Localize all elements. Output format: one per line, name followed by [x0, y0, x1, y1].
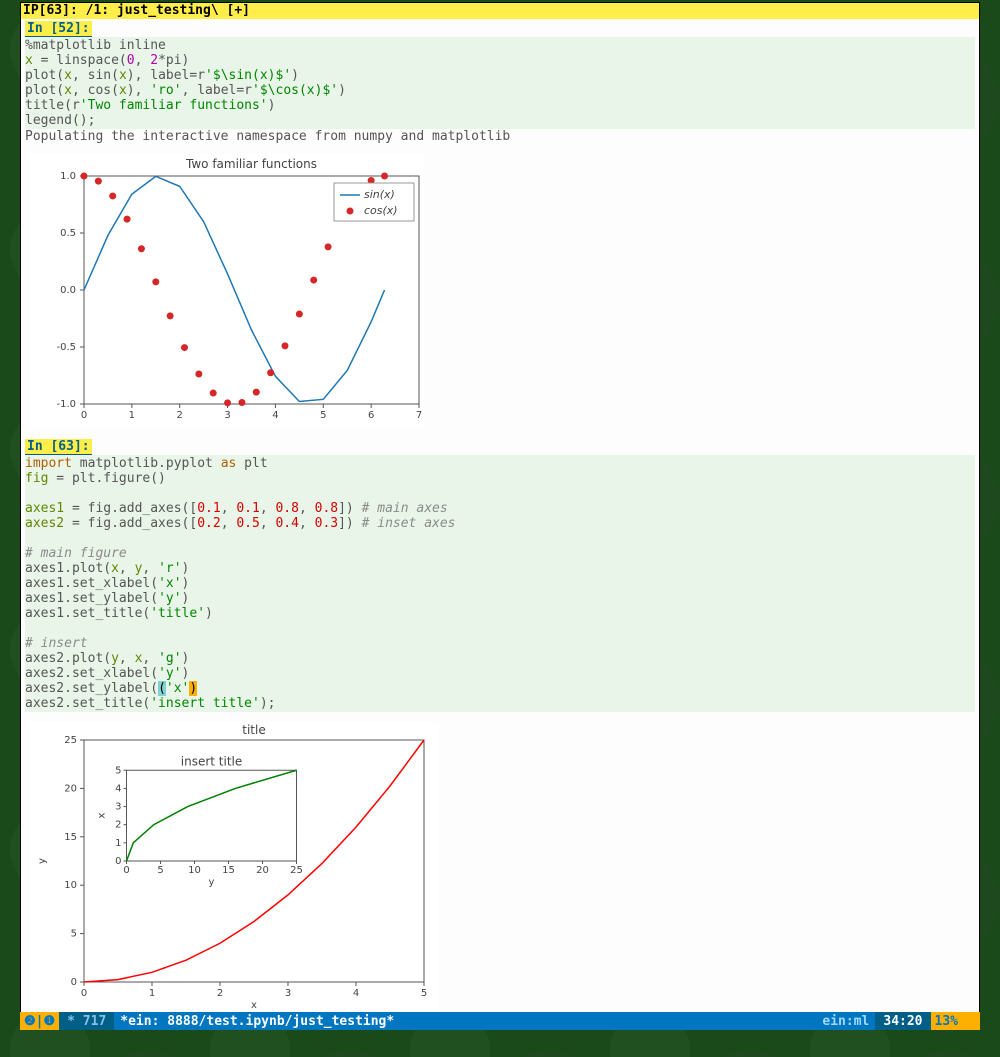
notebook-body[interactable]: In [52]: %matplotlib inline x = linspace… — [21, 19, 979, 1024]
svg-text:0: 0 — [81, 410, 87, 421]
svg-text:-1.0: -1.0 — [56, 399, 76, 410]
svg-text:10: 10 — [188, 865, 201, 876]
svg-text:0: 0 — [81, 988, 87, 999]
svg-text:4: 4 — [353, 988, 359, 999]
window-title: IP[63]: /1: just_testing\ [+] — [21, 3, 979, 19]
svg-text:5: 5 — [71, 929, 77, 940]
svg-text:25: 25 — [290, 865, 303, 876]
svg-text:5: 5 — [421, 988, 427, 999]
svg-text:3: 3 — [285, 988, 291, 999]
svg-text:2: 2 — [217, 988, 223, 999]
svg-text:25: 25 — [64, 735, 77, 746]
svg-text:title: title — [242, 723, 265, 737]
svg-text:4: 4 — [115, 783, 121, 794]
svg-text:y: y — [37, 858, 48, 864]
code-cell-52[interactable]: %matplotlib inline x = linspace(0, 2*pi)… — [25, 37, 975, 129]
svg-text:3: 3 — [115, 802, 121, 813]
cell-52-stdout: Populating the interactive namespace fro… — [25, 129, 975, 144]
chart-two-familiar-functions: Two familiar functions 0 1 2 3 4 5 6 7 -1.0 -0.5 0.… — [29, 154, 424, 429]
svg-text:0: 0 — [71, 977, 77, 988]
svg-text:x: x — [97, 813, 108, 819]
svg-text:1: 1 — [115, 838, 121, 849]
modeline-buffer-name: *ein: 8888/test.ipynb/just_testing* — [114, 1014, 816, 1029]
svg-text:20: 20 — [64, 783, 77, 794]
svg-text:0: 0 — [115, 856, 121, 867]
svg-text:0: 0 — [123, 865, 129, 876]
cursor-region: ( — [158, 681, 166, 696]
svg-text:1.0: 1.0 — [60, 171, 76, 182]
code-cell-63[interactable]: import matplotlib.pyplot as plt fig = pl… — [25, 455, 975, 712]
modeline-cursor-pos: 34:20 — [875, 1012, 930, 1030]
svg-text:5: 5 — [115, 765, 121, 776]
modeline-corner — [962, 1012, 980, 1030]
modeline-scroll-pct: 13% — [931, 1012, 962, 1030]
cell-prompt-52: In [52]: — [25, 21, 92, 37]
svg-text:1: 1 — [129, 410, 135, 421]
svg-text:-0.5: -0.5 — [56, 342, 76, 353]
svg-text:5: 5 — [320, 410, 326, 421]
svg-text:4: 4 — [272, 410, 278, 421]
svg-text:Two familiar functions: Two familiar functions — [185, 157, 317, 171]
svg-text:y: y — [209, 877, 215, 888]
svg-text:insert title: insert title — [181, 754, 243, 768]
svg-text:2: 2 — [177, 410, 183, 421]
svg-text:cos(x): cos(x) — [364, 204, 398, 217]
svg-text:6: 6 — [368, 410, 374, 421]
svg-text:5: 5 — [157, 865, 163, 876]
svg-text:20: 20 — [256, 865, 269, 876]
svg-text:1: 1 — [149, 988, 155, 999]
svg-text:0.0: 0.0 — [60, 285, 76, 296]
svg-text:10: 10 — [64, 880, 77, 891]
modeline: ❷|❶ * 717 *ein: 8888/test.ipynb/just_tes… — [20, 1012, 980, 1030]
svg-text:sin(x): sin(x) — [364, 188, 395, 201]
svg-text:x: x — [251, 1000, 257, 1011]
modeline-major-mode: ein:ml — [816, 1014, 875, 1029]
svg-text:2: 2 — [115, 820, 121, 831]
svg-text:3: 3 — [224, 410, 230, 421]
mark-region: ) — [189, 681, 197, 696]
svg-text:15: 15 — [64, 832, 77, 843]
svg-text:7: 7 — [416, 410, 422, 421]
modeline-line-count: * 717 — [59, 1012, 114, 1030]
chart-title-with-inset: title0123450510152025xyinsert title05101… — [29, 722, 439, 1012]
editor-window: IP[63]: /1: just_testing\ [+] In [52]: %… — [20, 2, 980, 1030]
modeline-window-indicator: ❷|❶ — [20, 1012, 59, 1030]
cell-prompt-63: In [63]: — [25, 439, 92, 455]
svg-text:15: 15 — [222, 865, 235, 876]
svg-text:0.5: 0.5 — [60, 228, 76, 239]
